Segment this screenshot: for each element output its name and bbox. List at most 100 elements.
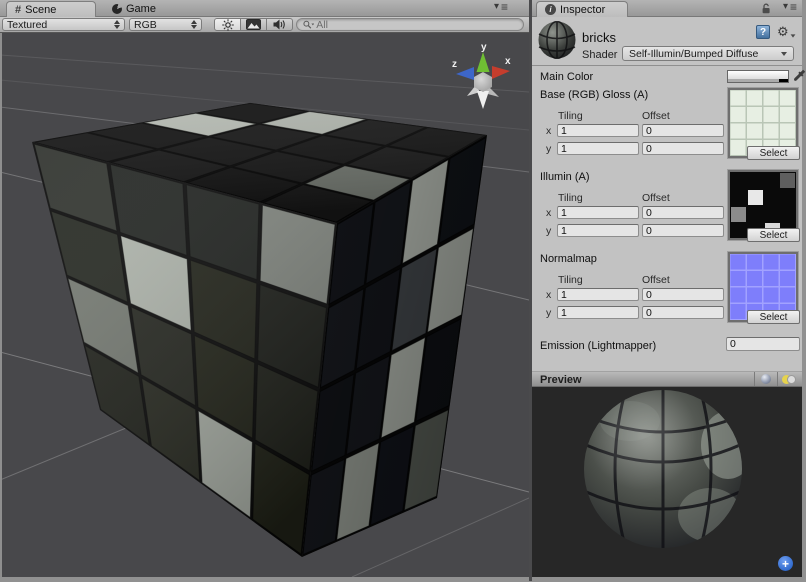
preview-model-button[interactable] bbox=[754, 372, 777, 386]
offset-x-input[interactable] bbox=[642, 124, 724, 137]
audio-toggle-button[interactable] bbox=[266, 18, 293, 31]
main-color-label: Main Color bbox=[540, 71, 593, 83]
map-label: Base (RGB) Gloss (A) bbox=[540, 89, 648, 101]
image-icon bbox=[246, 19, 261, 30]
tab-scene[interactable]: # Scene bbox=[6, 1, 96, 17]
channel-mode-value: RGB bbox=[134, 19, 157, 31]
tab-inspector[interactable]: i Inspector bbox=[536, 1, 628, 17]
select-texture-button[interactable]: Select bbox=[747, 228, 800, 242]
tab-inspector-label: Inspector bbox=[560, 4, 605, 16]
hamburger-icon: ≡ bbox=[501, 2, 507, 12]
tiling-y-input[interactable] bbox=[557, 142, 639, 155]
y-axis-label: y bbox=[546, 225, 551, 237]
offset-x-input[interactable] bbox=[642, 206, 724, 219]
offset-label: Offset bbox=[642, 274, 670, 286]
gear-icon[interactable]: ⚙ bbox=[777, 24, 796, 40]
scene-panel-menu[interactable]: ▾≡ bbox=[494, 2, 507, 12]
scene-search-field[interactable] bbox=[296, 18, 524, 31]
render-mode-value: Textured bbox=[7, 19, 47, 31]
scene-tabbar: # Scene Game ▾≡ bbox=[0, 0, 529, 17]
eyedropper-icon[interactable] bbox=[793, 69, 806, 82]
emission-label: Emission (Lightmapper) bbox=[540, 340, 656, 352]
tab-scene-label: Scene bbox=[25, 4, 56, 16]
preview-header[interactable]: Preview bbox=[532, 371, 802, 387]
tiling-y-input[interactable] bbox=[557, 224, 639, 237]
emission-input[interactable] bbox=[726, 337, 800, 351]
render-mode-dropdown[interactable]: Textured bbox=[2, 18, 125, 31]
caret-icon: ▾ bbox=[783, 2, 788, 12]
updown-arrows-icon bbox=[191, 20, 197, 29]
tiling-label: Tiling bbox=[558, 192, 583, 204]
help-icon[interactable]: ? bbox=[756, 25, 770, 39]
textured-cube[interactable] bbox=[32, 103, 487, 557]
add-button[interactable]: + bbox=[778, 556, 793, 571]
skybox-fx-toggle-button[interactable] bbox=[240, 18, 267, 31]
offset-y-input[interactable] bbox=[642, 306, 724, 319]
x-axis-label: x bbox=[546, 289, 551, 301]
map-section-normalmap: Normalmap Tiling Offset x y Select bbox=[532, 252, 802, 324]
preview-lighting-button[interactable] bbox=[777, 372, 800, 386]
scene-3d-view[interactable]: y x z bbox=[2, 33, 529, 577]
sun-icon bbox=[222, 19, 234, 31]
preview-title: Preview bbox=[540, 374, 582, 386]
gizmo-y-axis-cone[interactable] bbox=[477, 52, 490, 72]
tiling-label: Tiling bbox=[558, 110, 583, 122]
caret-icon: ▾ bbox=[494, 2, 499, 12]
material-preview[interactable]: + bbox=[532, 387, 802, 577]
tiling-x-input[interactable] bbox=[557, 124, 639, 137]
tab-game-label: Game bbox=[126, 3, 156, 15]
map-section-illumin: Illumin (A) Tiling Offset x y Select bbox=[532, 170, 802, 242]
offset-label: Offset bbox=[642, 192, 670, 204]
y-axis-label: y bbox=[546, 307, 551, 319]
speaker-icon bbox=[273, 19, 286, 30]
offset-x-input[interactable] bbox=[642, 288, 724, 301]
offset-y-input[interactable] bbox=[642, 142, 724, 155]
x-axis-label: x bbox=[546, 125, 551, 137]
material-header: bricks Shader Self-Illumin/Bumped Diffus… bbox=[532, 17, 802, 66]
gizmo-z-label: z bbox=[452, 59, 457, 70]
map-label: Normalmap bbox=[540, 253, 597, 265]
lights-icon bbox=[782, 375, 796, 384]
gizmo-z-axis-cone[interactable] bbox=[456, 67, 474, 80]
lighting-toggle-button[interactable] bbox=[214, 18, 241, 31]
tiling-label: Tiling bbox=[558, 274, 583, 286]
gizmo-x-axis-cone[interactable] bbox=[492, 66, 510, 79]
scene-viewport[interactable]: y x z bbox=[0, 33, 529, 577]
shader-dropdown[interactable]: Self-Illumin/Bumped Diffuse bbox=[622, 46, 794, 61]
preview-sphere bbox=[532, 387, 802, 577]
inspector-tabbar: i Inspector ▾≡ bbox=[532, 0, 802, 17]
scene-toolbar: Textured RGB bbox=[0, 17, 529, 33]
inspector-panel-menu[interactable]: ▾≡ bbox=[783, 2, 796, 12]
tiling-x-input[interactable] bbox=[557, 206, 639, 219]
lock-icon bbox=[761, 3, 772, 14]
orientation-gizmo[interactable]: y x z bbox=[452, 42, 511, 109]
gizmo-gray-cone bbox=[477, 91, 489, 109]
offset-label: Offset bbox=[642, 110, 670, 122]
updown-arrows-icon bbox=[114, 20, 120, 29]
channel-mode-dropdown[interactable]: RGB bbox=[129, 18, 202, 31]
select-texture-button[interactable]: Select bbox=[747, 310, 800, 324]
search-input[interactable] bbox=[316, 19, 517, 31]
inspector-panel: i Inspector ▾≡ bbox=[532, 0, 802, 577]
shader-label: Shader bbox=[582, 49, 617, 61]
x-axis-label: x bbox=[546, 207, 551, 219]
scene-grid-icon: # bbox=[15, 4, 21, 16]
shader-value: Self-Illumin/Bumped Diffuse bbox=[629, 48, 758, 60]
material-ball-thumbnail[interactable] bbox=[538, 21, 576, 59]
tab-game[interactable]: Game bbox=[104, 1, 164, 17]
gizmo-x-label: x bbox=[505, 56, 511, 67]
info-icon: i bbox=[545, 4, 556, 15]
tiling-x-input[interactable] bbox=[557, 288, 639, 301]
gizmo-y-label: y bbox=[481, 42, 487, 53]
game-icon bbox=[112, 4, 122, 14]
tiling-y-input[interactable] bbox=[557, 306, 639, 319]
material-name: bricks bbox=[582, 30, 616, 45]
hamburger-icon: ≡ bbox=[790, 2, 796, 12]
main-color-swatch[interactable] bbox=[727, 70, 789, 83]
offset-y-input[interactable] bbox=[642, 224, 724, 237]
dropdown-arrow-icon bbox=[781, 52, 787, 56]
map-section-base: Base (RGB) Gloss (A) Tiling Offset x y S… bbox=[532, 88, 802, 160]
sphere-icon bbox=[761, 374, 771, 384]
inspector-lock[interactable] bbox=[761, 3, 772, 14]
select-texture-button[interactable]: Select bbox=[747, 146, 800, 160]
